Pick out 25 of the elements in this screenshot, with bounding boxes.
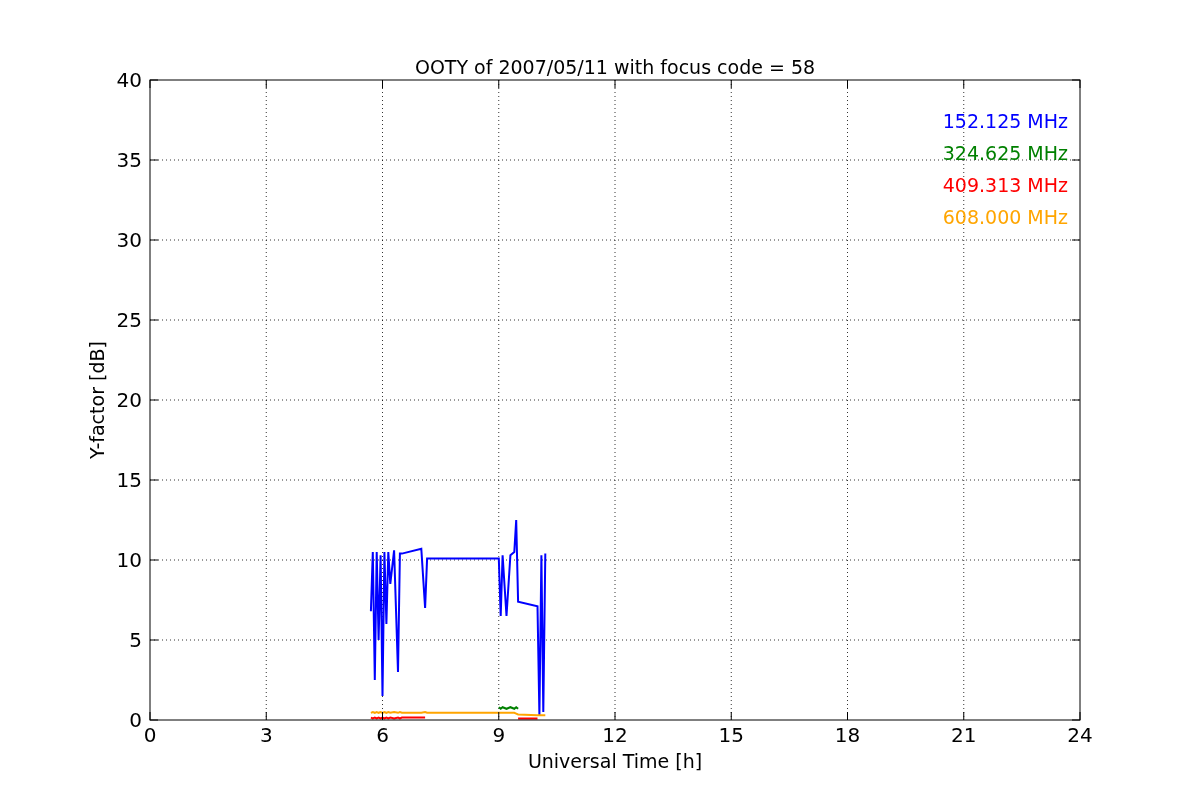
x-tick-label: 12: [602, 723, 628, 747]
x-tick-label: 6: [376, 723, 389, 747]
y-tick-label: 10: [116, 548, 142, 572]
y-tick-label: 30: [116, 228, 142, 252]
y-tick-label: 25: [116, 308, 142, 332]
x-tick-label: 21: [951, 723, 977, 747]
y-tick-label: 35: [116, 148, 142, 172]
x-tick-label: 9: [492, 723, 506, 747]
y-tick-label: 15: [116, 468, 142, 492]
y-tick-label: 5: [129, 628, 142, 652]
y-tick-label: 40: [116, 68, 142, 92]
x-tick-label: 18: [834, 723, 861, 747]
legend-label: 324.625 MHz: [942, 142, 1068, 164]
y-axis-label: Y-factor [dB]: [86, 341, 108, 459]
x-tick-label: 15: [718, 723, 744, 747]
legend-label: 409.313 MHz: [942, 174, 1068, 196]
y-tick-label: 0: [129, 708, 142, 732]
y-tick-label: 20: [116, 388, 142, 412]
legend-label: 608.000 MHz: [942, 206, 1068, 228]
x-tick-label: 0: [143, 723, 157, 747]
chart-title: OOTY of 2007/05/11 with focus code = 58: [414, 56, 816, 78]
x-tick-label: 3: [259, 723, 273, 747]
x-tick-label: 24: [1067, 723, 1093, 747]
x-axis-label: Universal Time [h]: [527, 750, 703, 772]
legend-label: 152.125 MHz: [942, 110, 1068, 132]
